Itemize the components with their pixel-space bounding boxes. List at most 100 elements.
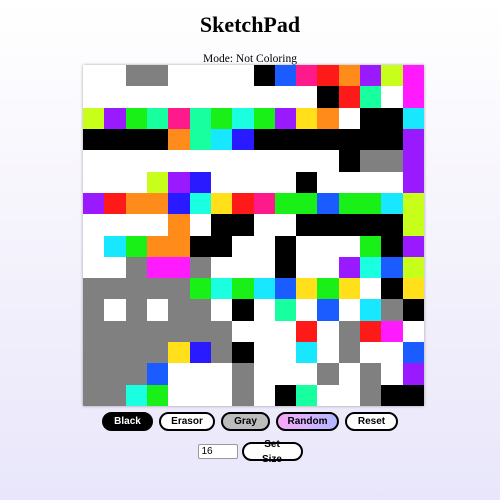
grid-cell[interactable] xyxy=(210,235,233,257)
grid-cell[interactable] xyxy=(296,299,318,321)
grid-cell[interactable] xyxy=(338,256,361,279)
grid-cell[interactable] xyxy=(232,320,254,343)
grid-cell[interactable] xyxy=(274,214,297,236)
grid-cell[interactable] xyxy=(189,235,211,257)
grid-cell[interactable] xyxy=(360,363,382,385)
grid-cell[interactable] xyxy=(189,150,211,172)
grid-cell[interactable] xyxy=(317,214,339,236)
grid-cell[interactable] xyxy=(381,171,403,193)
grid-cell[interactable] xyxy=(83,342,105,364)
grid-cell[interactable] xyxy=(274,320,297,343)
grid-cell[interactable] xyxy=(232,299,254,321)
grid-cell[interactable] xyxy=(402,299,424,321)
grid-cell[interactable] xyxy=(402,171,424,193)
grid-cell[interactable] xyxy=(338,278,361,300)
grid-cell[interactable] xyxy=(381,192,403,215)
grid-cell[interactable] xyxy=(168,128,190,151)
grid-cell[interactable] xyxy=(83,107,105,129)
grid-cell[interactable] xyxy=(402,320,424,343)
grid-cell[interactable] xyxy=(83,235,105,257)
grid-cell[interactable] xyxy=(168,214,190,236)
grid-cell[interactable] xyxy=(232,107,254,129)
grid-cell[interactable] xyxy=(296,235,318,257)
grid-cell[interactable] xyxy=(232,235,254,257)
grid-cell[interactable] xyxy=(83,150,105,172)
grid-cell[interactable] xyxy=(381,235,403,257)
grid-cell[interactable] xyxy=(210,86,233,108)
grid-cell[interactable] xyxy=(317,128,339,151)
grid-cell[interactable] xyxy=(296,278,318,300)
grid-cell[interactable] xyxy=(253,214,275,236)
grid-cell[interactable] xyxy=(146,150,169,172)
grid-cell[interactable] xyxy=(125,384,147,406)
grid-cell[interactable] xyxy=(104,235,126,257)
grid-cell[interactable] xyxy=(338,192,361,215)
grid-cell[interactable] xyxy=(338,363,361,385)
grid-cell[interactable] xyxy=(381,342,403,364)
grid-cell[interactable] xyxy=(189,256,211,279)
grid-cell[interactable] xyxy=(296,363,318,385)
grid-cell[interactable] xyxy=(232,278,254,300)
grid-cell[interactable] xyxy=(210,384,233,406)
grid-cell[interactable] xyxy=(317,150,339,172)
grid-cell[interactable] xyxy=(253,65,275,87)
grid-cell[interactable] xyxy=(125,320,147,343)
grid-cell[interactable] xyxy=(146,214,169,236)
grid-cell[interactable] xyxy=(360,278,382,300)
grid-cell[interactable] xyxy=(253,128,275,151)
grid-cell[interactable] xyxy=(317,192,339,215)
grid-cell[interactable] xyxy=(210,128,233,151)
grid-cell[interactable] xyxy=(189,86,211,108)
grid-cell[interactable] xyxy=(360,384,382,406)
grid-cell[interactable] xyxy=(402,65,424,87)
grid-cell[interactable] xyxy=(83,320,105,343)
grid-cell[interactable] xyxy=(83,65,105,87)
grid-cell[interactable] xyxy=(168,107,190,129)
grid-cell[interactable] xyxy=(402,107,424,129)
grid-cell[interactable] xyxy=(104,65,126,87)
grid-cell[interactable] xyxy=(189,214,211,236)
grid-cell[interactable] xyxy=(317,299,339,321)
grid-cell[interactable] xyxy=(317,107,339,129)
grid-cell[interactable] xyxy=(402,235,424,257)
grid-cell[interactable] xyxy=(338,384,361,406)
grid-cell[interactable] xyxy=(317,278,339,300)
grid-cell[interactable] xyxy=(381,214,403,236)
grid-cell[interactable] xyxy=(232,65,254,87)
grid-cell[interactable] xyxy=(253,192,275,215)
grid-cell[interactable] xyxy=(402,363,424,385)
grid-cell[interactable] xyxy=(317,384,339,406)
grid-cell[interactable] xyxy=(146,278,169,300)
grid-cell[interactable] xyxy=(189,299,211,321)
grid-cell[interactable] xyxy=(381,320,403,343)
grid-cell[interactable] xyxy=(232,214,254,236)
grid-cell[interactable] xyxy=(146,320,169,343)
grid-cell[interactable] xyxy=(83,128,105,151)
grid-cell[interactable] xyxy=(146,256,169,279)
grid-cell[interactable] xyxy=(274,107,297,129)
grid-cell[interactable] xyxy=(189,278,211,300)
grid-cell[interactable] xyxy=(253,107,275,129)
grid-cell[interactable] xyxy=(125,235,147,257)
grid-cell[interactable] xyxy=(168,150,190,172)
grid-cell[interactable] xyxy=(232,171,254,193)
grid-cell[interactable] xyxy=(360,342,382,364)
grid-cell[interactable] xyxy=(146,342,169,364)
grid-cell[interactable] xyxy=(274,235,297,257)
grid-cell[interactable] xyxy=(338,150,361,172)
grid-cell[interactable] xyxy=(253,320,275,343)
grid-cell[interactable] xyxy=(381,256,403,279)
grid-cell[interactable] xyxy=(338,65,361,87)
grid-cell[interactable] xyxy=(125,86,147,108)
reset-button[interactable]: Reset xyxy=(345,412,398,431)
grid-cell[interactable] xyxy=(296,342,318,364)
grid-cell[interactable] xyxy=(146,128,169,151)
grid-cell[interactable] xyxy=(360,107,382,129)
grid-cell[interactable] xyxy=(104,107,126,129)
grid-cell[interactable] xyxy=(338,86,361,108)
grid-cell[interactable] xyxy=(360,235,382,257)
grid-cell[interactable] xyxy=(210,192,233,215)
grid-cell[interactable] xyxy=(189,65,211,87)
grid-cell[interactable] xyxy=(360,320,382,343)
grid-cell[interactable] xyxy=(146,192,169,215)
